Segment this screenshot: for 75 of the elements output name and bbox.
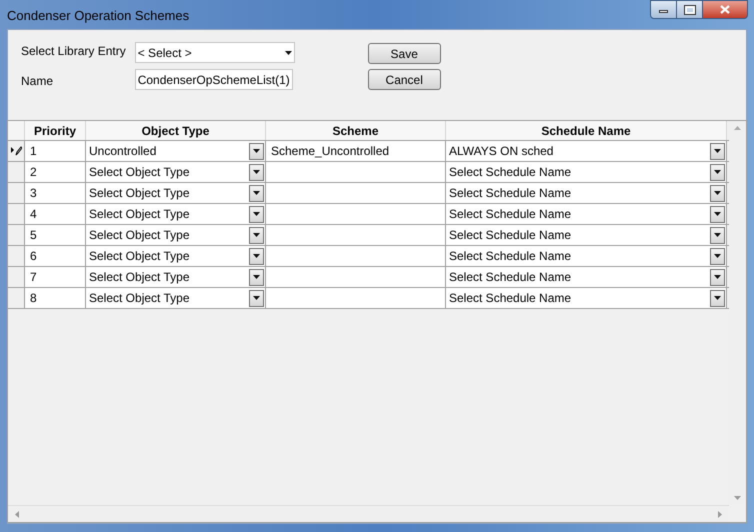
schedule-dropdown[interactable]: Select Schedule Name [446, 246, 727, 266]
row-header[interactable] [8, 141, 25, 161]
dropdown-button[interactable] [249, 164, 264, 180]
table-cell: 7 [25, 267, 86, 287]
caret-icon [253, 170, 260, 174]
column-header[interactable]: Scheme [266, 121, 446, 140]
column-header[interactable]: Priority [25, 121, 86, 140]
caret-icon [253, 149, 260, 153]
dropdown-button[interactable] [249, 290, 264, 306]
pencil-icon [10, 145, 22, 157]
schedule-dropdown[interactable]: Select Schedule Name [446, 204, 727, 224]
object-type-dropdown[interactable]: Uncontrolled [86, 141, 266, 161]
name-label: Name [21, 73, 54, 90]
window-title: Condenser Operation Schemes [7, 7, 190, 25]
minimize-button[interactable] [650, 0, 677, 19]
table-cell: Scheme_Uncontrolled [266, 141, 446, 161]
dropdown-button[interactable] [249, 248, 264, 264]
table-cell: 1 [25, 141, 86, 161]
schedule-dropdown[interactable]: Select Schedule Name [446, 225, 727, 245]
caret-icon [284, 50, 292, 54]
library-label: Select Library Entry [21, 43, 126, 60]
table-cell: 4 [25, 204, 86, 224]
caret-icon [253, 212, 260, 216]
column-header[interactable]: Object Type [86, 121, 266, 140]
schedule-dropdown[interactable]: Select Schedule Name [446, 162, 727, 182]
close-button[interactable] [703, 0, 748, 19]
dropdown-button[interactable] [710, 184, 725, 202]
caret-icon [714, 212, 721, 216]
object-type-dropdown[interactable]: Select Object Type [86, 288, 266, 308]
caret-icon [714, 296, 721, 300]
dropdown-button[interactable] [710, 290, 725, 306]
cancel-button[interactable]: Cancel [368, 69, 441, 90]
caret-icon [253, 233, 260, 237]
close-icon [720, 5, 730, 14]
schedule-dropdown[interactable]: ALWAYS ON sched [446, 141, 727, 161]
dropdown-button[interactable] [710, 164, 725, 180]
caret-icon [714, 149, 721, 153]
caret-icon [714, 233, 721, 237]
table-cell: 3 [25, 183, 86, 203]
dropdown-button[interactable] [710, 142, 725, 160]
dropdown-button[interactable] [710, 268, 725, 286]
table-cell: 6 [25, 246, 86, 266]
save-button[interactable]: Save [368, 43, 441, 64]
object-type-dropdown[interactable]: Select Object Type [86, 183, 266, 203]
caret-icon [714, 191, 721, 195]
object-type-dropdown[interactable]: Select Object Type [86, 162, 266, 182]
dropdown-button[interactable] [249, 184, 264, 202]
schedule-dropdown[interactable]: Select Schedule Name [446, 288, 727, 308]
table-cell: 8 [25, 288, 86, 308]
object-type-dropdown[interactable]: Select Object Type [86, 204, 266, 224]
dropdown-button[interactable] [249, 206, 264, 222]
dropdown-button[interactable] [710, 248, 725, 264]
caret-icon [714, 275, 721, 279]
table-cell: 2 [25, 162, 86, 182]
caret-icon [253, 254, 260, 258]
column-header[interactable]: Schedule Name [446, 121, 727, 140]
maximize-button[interactable] [677, 0, 703, 19]
schedule-dropdown[interactable]: Select Schedule Name [446, 267, 727, 287]
object-type-dropdown[interactable]: Select Object Type [86, 246, 266, 266]
caret-icon [253, 191, 260, 195]
object-type-dropdown[interactable]: Select Object Type [86, 225, 266, 245]
table-cell: 5 [25, 225, 86, 245]
library-dropdown[interactable]: < Select > [134, 42, 295, 63]
dropdown-button[interactable] [249, 268, 264, 286]
dropdown-button[interactable] [249, 142, 264, 160]
object-type-dropdown[interactable]: Select Object Type [86, 267, 266, 287]
dropdown-button[interactable] [249, 226, 264, 244]
schedule-dropdown[interactable]: Select Schedule Name [446, 183, 727, 203]
caret-icon [714, 254, 721, 258]
caret-icon [714, 170, 721, 174]
name-field[interactable]: CondenserOpSchemeList(1) [134, 69, 293, 90]
caret-icon [253, 296, 260, 300]
dropdown-button[interactable] [710, 206, 725, 222]
caret-icon [253, 275, 260, 279]
dropdown-button[interactable] [710, 226, 725, 244]
